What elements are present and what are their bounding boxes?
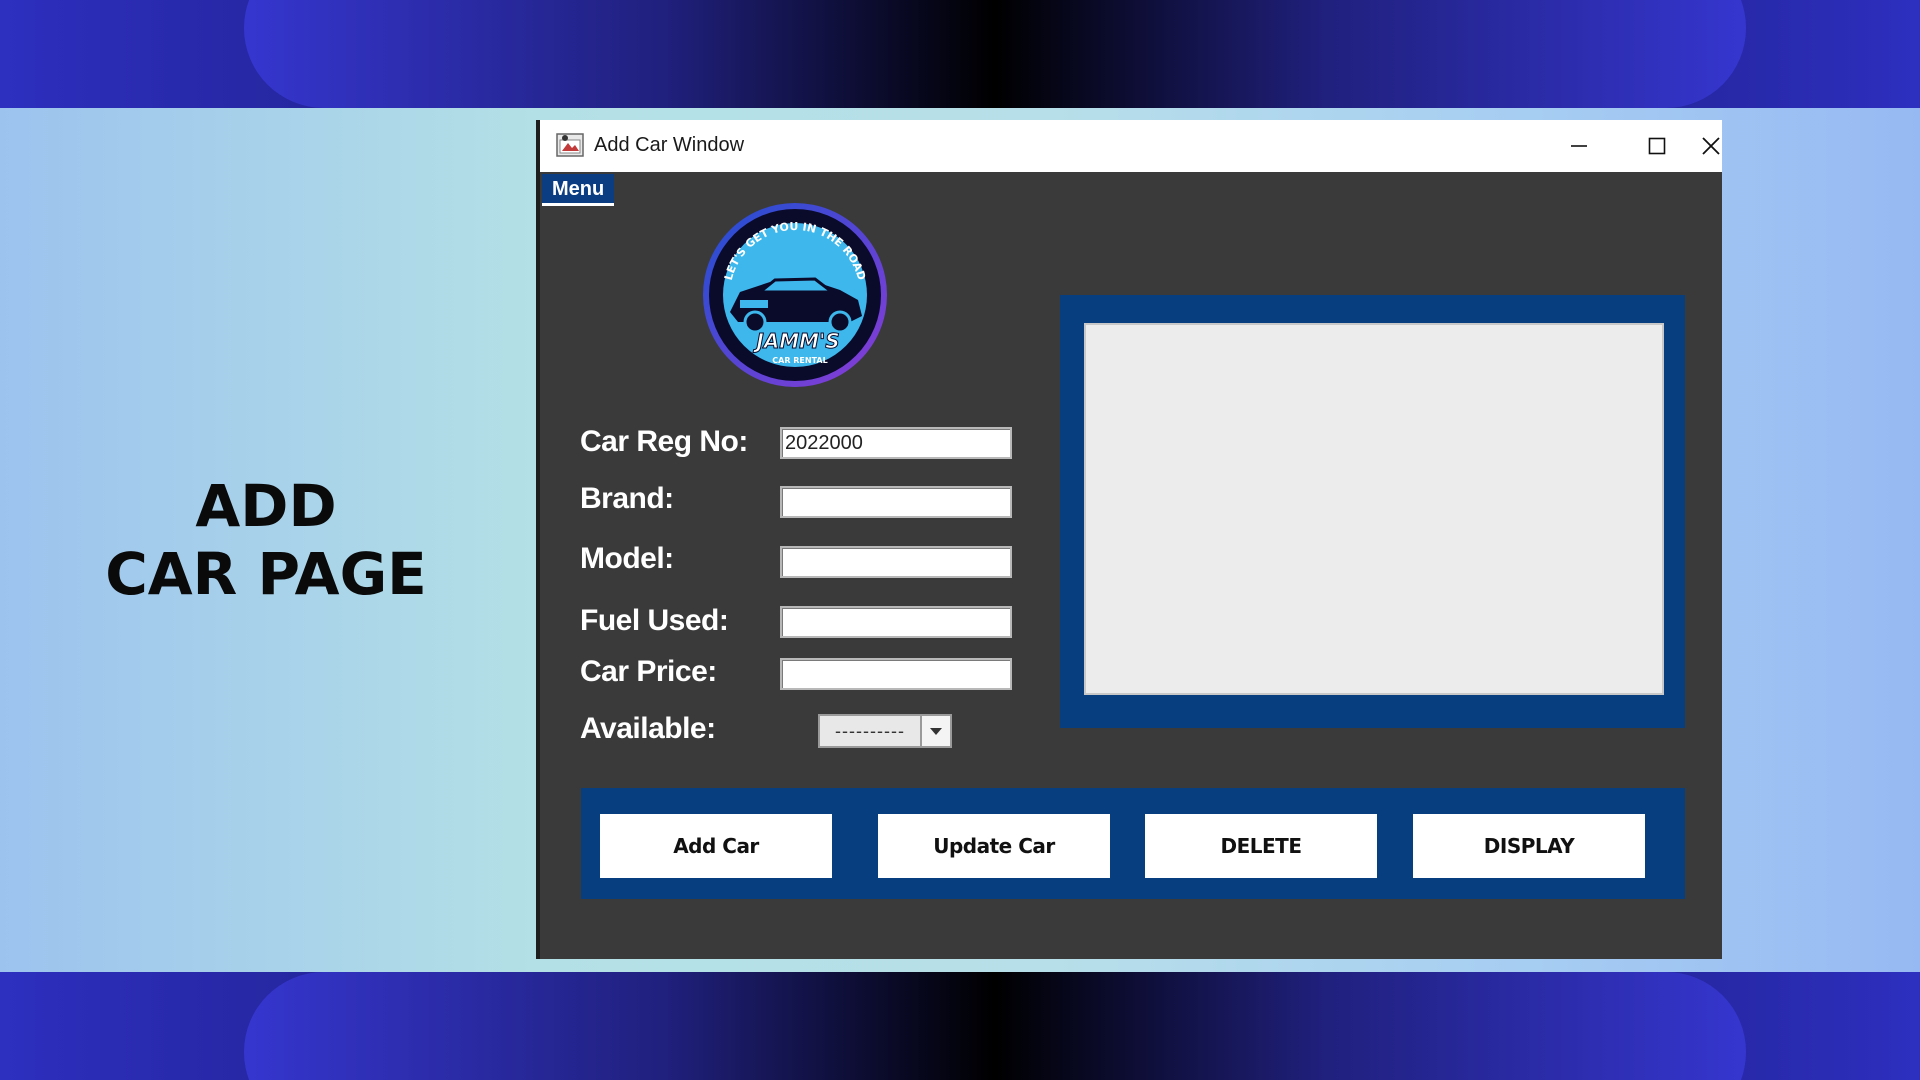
minimize-icon <box>1571 145 1587 147</box>
available-dropdown[interactable]: ---------- <box>818 714 952 748</box>
slide-heading-line1: ADD <box>195 472 337 540</box>
model-label: Model: <box>580 542 674 575</box>
brand-label: Brand: <box>580 482 674 515</box>
brand-field[interactable] <box>780 486 1012 518</box>
update-car-button[interactable]: Update Car <box>878 814 1110 878</box>
available-selected-value: ---------- <box>835 720 905 741</box>
car-image-preview <box>1084 323 1664 695</box>
logo-tagline-text: CAR RENTAL <box>772 356 827 365</box>
car-price-label: Car Price: <box>580 655 717 688</box>
logo-brand-text: JAMM'S <box>752 329 839 353</box>
car-reg-field[interactable] <box>780 427 1012 459</box>
slide-heading-line2: CAR PAGE <box>105 540 427 608</box>
add-car-button[interactable]: Add Car <box>600 814 832 878</box>
delete-button[interactable]: DELETE <box>1145 814 1377 878</box>
close-icon <box>1702 137 1720 155</box>
car-reg-label: Car Reg No: <box>580 425 748 458</box>
dropdown-arrow-button[interactable] <box>920 716 950 746</box>
car-price-field[interactable] <box>780 658 1012 690</box>
action-button-bar: Add Car Update Car DELETE DISPLAY <box>581 788 1685 899</box>
maximize-button[interactable] <box>1618 120 1696 172</box>
top-decorative-band <box>0 0 1920 108</box>
window-titlebar[interactable]: Add Car Window <box>540 120 1722 172</box>
model-field[interactable] <box>780 546 1012 578</box>
menu-button[interactable]: Menu <box>542 174 615 206</box>
available-label: Available: <box>580 712 716 745</box>
window-title: Add Car Window <box>594 134 745 156</box>
app-icon <box>556 133 584 157</box>
close-button[interactable] <box>1696 120 1726 172</box>
add-car-window: Add Car Window Menu LET'S GET YOU IN THE… <box>536 120 1722 959</box>
minimize-button[interactable] <box>1540 120 1618 172</box>
fuel-used-field[interactable] <box>780 606 1012 638</box>
bottom-decorative-band <box>0 972 1920 1080</box>
jamms-car-rental-logo: LET'S GET YOU IN THE ROAD JAMM'S CAR REN… <box>703 203 887 387</box>
top-pill-shape <box>244 0 1746 108</box>
display-button[interactable]: DISPLAY <box>1413 814 1645 878</box>
maximize-icon <box>1648 137 1666 155</box>
fuel-used-label: Fuel Used: <box>580 604 729 637</box>
dropdown-arrow-icon <box>930 728 942 735</box>
slide-heading: ADD CAR PAGE <box>96 472 436 608</box>
car-image-panel <box>1060 295 1685 728</box>
bottom-pill-shape <box>244 972 1746 1080</box>
